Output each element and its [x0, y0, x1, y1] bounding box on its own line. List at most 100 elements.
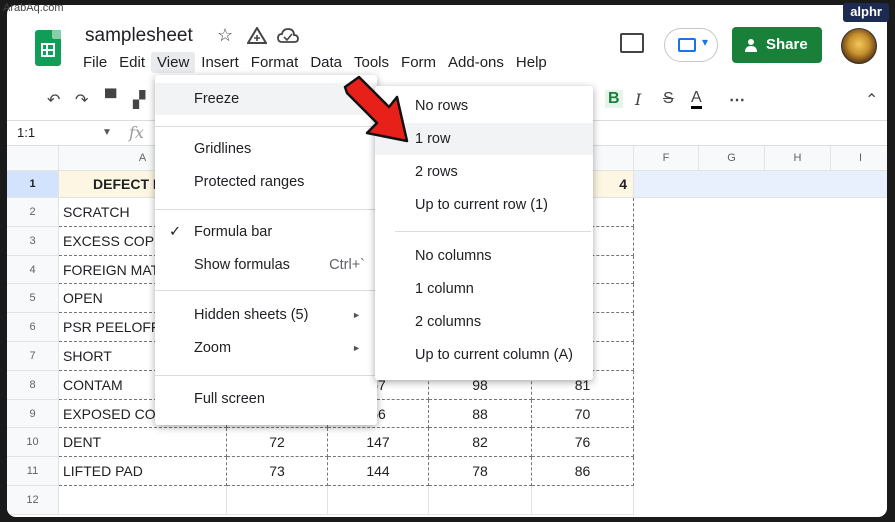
menu-form[interactable]: Form — [395, 52, 442, 73]
brand-logo: alphr — [843, 3, 889, 22]
row-header[interactable]: 12 — [7, 486, 59, 515]
menu-file[interactable]: File — [77, 52, 113, 73]
table-cell[interactable] — [634, 198, 887, 227]
italic-icon[interactable]: I — [635, 90, 641, 109]
table-cell[interactable] — [532, 486, 634, 515]
row-header[interactable]: 4 — [7, 255, 59, 285]
column-header-h[interactable]: H — [765, 146, 831, 171]
shortcut-label: Ctrl+` — [329, 257, 365, 273]
table-cell[interactable]: 70 — [532, 399, 634, 429]
text-color-icon[interactable]: A — [691, 90, 702, 109]
table-cell[interactable] — [634, 457, 887, 486]
row-header[interactable]: 8 — [7, 370, 59, 400]
table-cell[interactable] — [634, 342, 887, 371]
row-header[interactable]: 3 — [7, 226, 59, 256]
menu-item-label: Zoom — [194, 340, 232, 356]
annotation-arrow-icon — [343, 75, 409, 143]
share-button[interactable]: Share — [732, 27, 822, 63]
column-header-f[interactable]: F — [634, 146, 699, 171]
strikethrough-icon[interactable]: S — [663, 90, 674, 108]
menu-help[interactable]: Help — [510, 52, 553, 73]
select-all-corner[interactable] — [7, 146, 59, 171]
present-icon — [678, 38, 696, 52]
document-title[interactable]: samplesheet — [85, 25, 193, 47]
table-cell[interactable]: 88 — [429, 399, 532, 429]
menu-item-two-columns[interactable]: 2 columns — [375, 306, 593, 338]
menu-item-label: Formula bar — [194, 224, 273, 240]
collapse-icon[interactable]: ⌃ — [865, 90, 878, 110]
print-icon[interactable]: ▀ — [105, 90, 116, 108]
table-cell[interactable] — [227, 486, 328, 515]
menu-format[interactable]: Format — [245, 52, 305, 73]
table-cell[interactable]: 144 — [328, 457, 429, 486]
menu-item-protected-ranges[interactable]: Protected ranges — [155, 166, 377, 198]
app-window: samplesheet ☆ File Edit View Insert Form… — [7, 5, 887, 517]
row-header[interactable]: 7 — [7, 342, 59, 371]
paint-format-icon[interactable]: ▞ — [133, 90, 145, 110]
name-box[interactable]: 1:1 — [17, 125, 35, 140]
menu-item-two-rows[interactable]: 2 rows — [375, 156, 593, 188]
table-cell[interactable] — [634, 227, 887, 256]
row-header[interactable]: 6 — [7, 313, 59, 342]
table-cell[interactable]: 82 — [429, 428, 532, 458]
avatar[interactable] — [841, 28, 877, 64]
menu-item-up-to-current-row[interactable]: Up to current row (1) — [375, 189, 593, 221]
menu-item-label: Show formulas — [194, 257, 290, 273]
menu-item-hidden-sheets[interactable]: Hidden sheets (5) ► — [155, 299, 377, 331]
row-header[interactable]: 5 — [7, 284, 59, 314]
star-icon[interactable]: ☆ — [217, 25, 233, 46]
menu-item-formula-bar[interactable]: ✓ Formula bar — [155, 216, 377, 248]
row-header[interactable]: 1 — [7, 171, 59, 198]
row-header[interactable]: 2 — [7, 198, 59, 227]
sheets-logo-icon[interactable] — [35, 30, 61, 66]
menu-data[interactable]: Data — [304, 52, 348, 73]
table-cell[interactable] — [328, 486, 429, 515]
table-cell[interactable] — [429, 486, 532, 515]
table-cell[interactable] — [634, 313, 887, 342]
column-header-g[interactable]: G — [699, 146, 765, 171]
people-icon — [745, 39, 757, 52]
fx-icon: fx — [129, 123, 144, 142]
menu-item-no-columns[interactable]: No columns — [375, 240, 593, 272]
menu-addons[interactable]: Add-ons — [442, 52, 510, 73]
chevron-down-icon[interactable]: ▼ — [102, 127, 112, 138]
undo-icon[interactable]: ↶ — [47, 90, 60, 110]
table-cell[interactable] — [634, 400, 887, 429]
table-cell[interactable]: LIFTED PAD — [59, 457, 227, 486]
menu-tools[interactable]: Tools — [348, 52, 395, 73]
table-cell[interactable]: DENT — [59, 428, 227, 458]
menu-item-zoom[interactable]: Zoom ► — [155, 332, 377, 364]
menu-item-full-screen[interactable]: Full screen — [155, 383, 377, 415]
table-cell[interactable] — [59, 486, 227, 515]
more-icon[interactable]: ⋯ — [729, 90, 745, 110]
menu-item-show-formulas[interactable]: Show formulas Ctrl+` — [155, 249, 377, 281]
table-cell[interactable]: 78 — [429, 457, 532, 486]
row-header[interactable]: 9 — [7, 399, 59, 429]
table-cell[interactable]: 73 — [227, 457, 328, 486]
table-cell[interactable]: 147 — [328, 428, 429, 458]
menu-edit[interactable]: Edit — [113, 52, 151, 73]
menu-item-one-column[interactable]: 1 column — [375, 273, 593, 305]
row-header[interactable]: 11 — [7, 457, 59, 486]
table-cell[interactable] — [634, 486, 887, 515]
table-cell[interactable] — [634, 284, 887, 313]
table-cell[interactable]: 76 — [532, 428, 634, 458]
comment-history-icon[interactable] — [620, 33, 644, 53]
present-button[interactable]: ▾ — [664, 28, 718, 62]
menu-item-label: Freeze — [194, 91, 240, 107]
redo-icon[interactable]: ↷ — [75, 90, 88, 110]
menu-item-up-to-current-column[interactable]: Up to current column (A) — [375, 339, 593, 371]
table-cell[interactable] — [634, 171, 887, 198]
table-cell[interactable]: 72 — [227, 428, 328, 458]
cloud-status-icon[interactable] — [277, 27, 299, 45]
move-to-drive-icon[interactable] — [247, 27, 267, 45]
menu-insert[interactable]: Insert — [195, 52, 245, 73]
column-header-i[interactable]: I — [831, 146, 887, 171]
menu-view[interactable]: View — [151, 52, 196, 73]
table-cell[interactable] — [634, 371, 887, 400]
table-cell[interactable] — [634, 428, 887, 457]
row-header[interactable]: 10 — [7, 428, 59, 458]
table-cell[interactable] — [634, 256, 887, 285]
table-cell[interactable]: 86 — [532, 457, 634, 486]
bold-icon[interactable]: B — [605, 90, 623, 108]
